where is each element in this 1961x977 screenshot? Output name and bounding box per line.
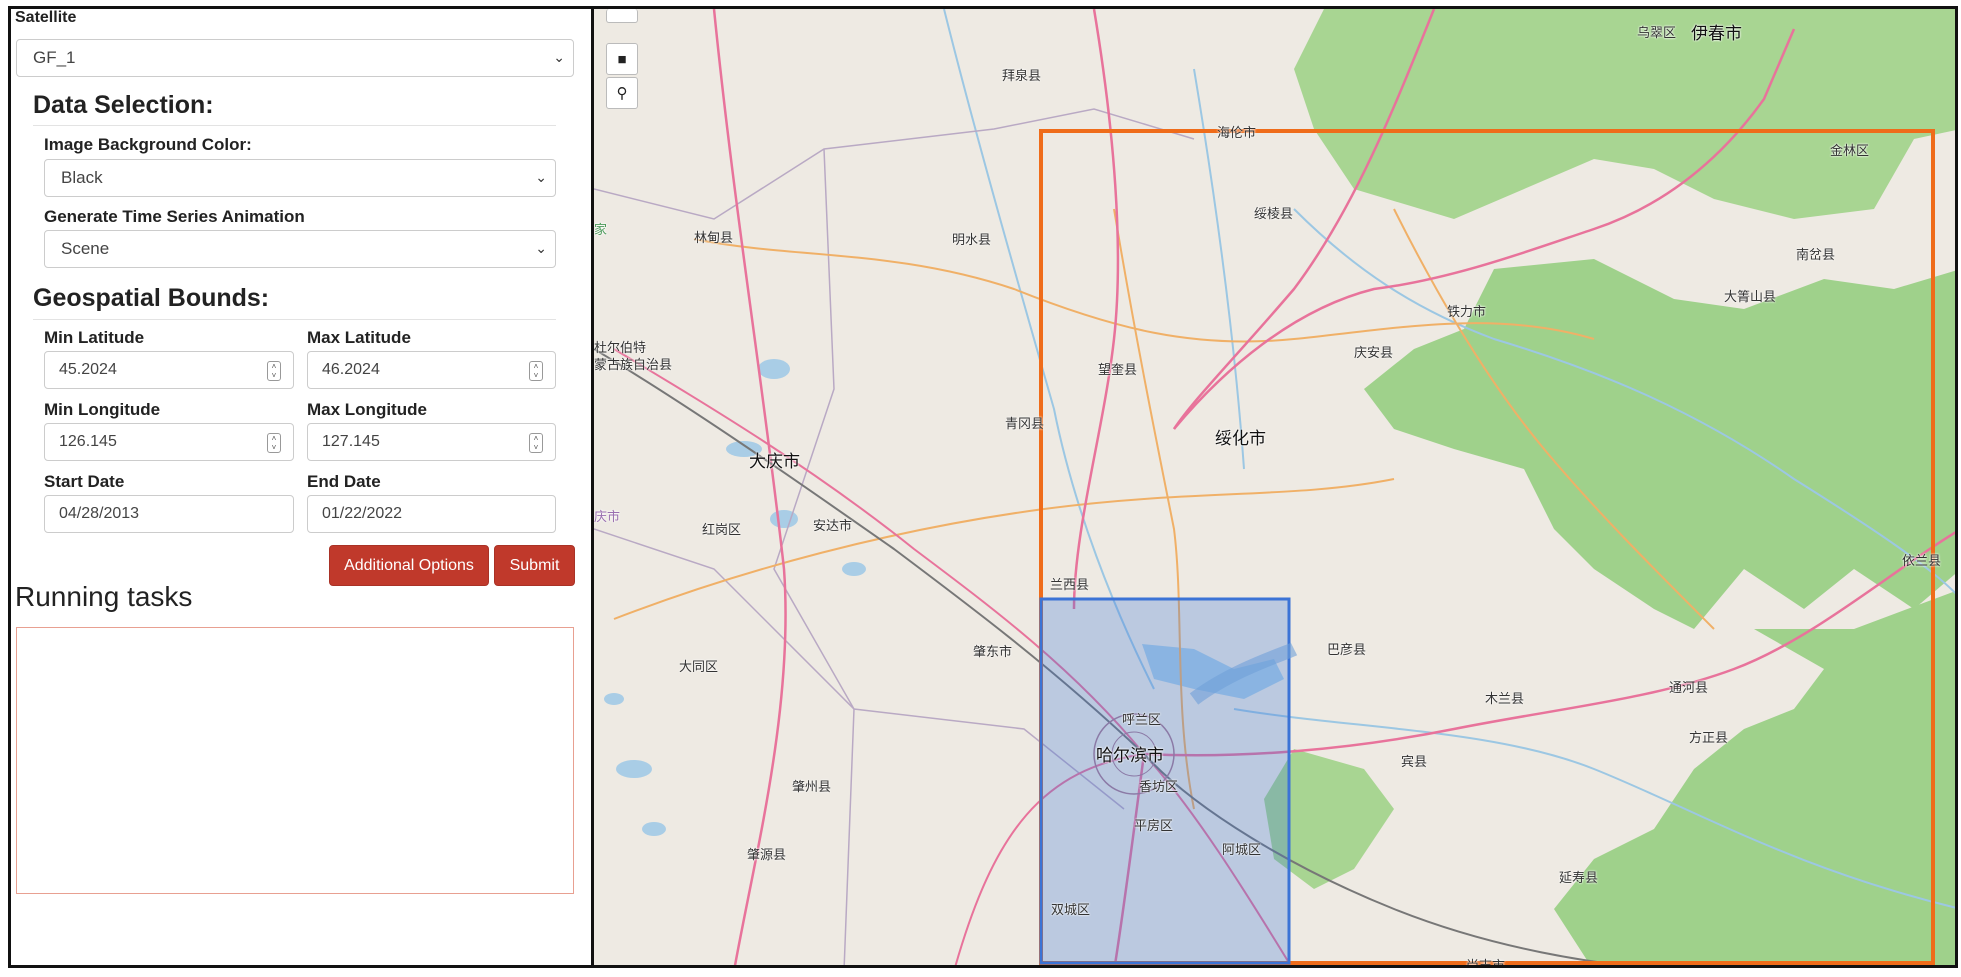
min-lon-label: Min Longitude bbox=[44, 400, 161, 419]
city-label: 木兰县 bbox=[1485, 691, 1525, 706]
city-label: 乌翠区 bbox=[1637, 25, 1677, 40]
max-lon-input[interactable]: 127.145 ˄ ˅ bbox=[307, 423, 556, 461]
city-label: 延寿县 bbox=[1559, 870, 1599, 885]
start-date-input[interactable]: 04/28/2013 bbox=[44, 495, 294, 533]
city-label: 铁力市 bbox=[1447, 304, 1487, 319]
city-label: 大同区 bbox=[679, 659, 719, 674]
animation-value: Scene bbox=[61, 239, 110, 258]
map-view[interactable]: ■ ⚲ 伊春市 乌翠区 拜泉县 海伦市 金林区 林甸县 明水县 绥棱县 南岔县 … bbox=[594, 9, 1955, 965]
city-label: 尚志市 bbox=[1466, 955, 1505, 965]
running-tasks-title: Running tasks bbox=[15, 581, 193, 612]
app-frame: Satellite GF_1 ⌄ Data Selection: Image B… bbox=[8, 6, 1958, 968]
map-base bbox=[594, 9, 1955, 965]
max-lon-label: Max Longitude bbox=[307, 400, 427, 419]
divider bbox=[33, 125, 556, 126]
animation-label: Generate Time Series Animation bbox=[44, 207, 305, 226]
zoom-control-icon[interactable] bbox=[606, 9, 638, 23]
city-label: 明水县 bbox=[952, 232, 992, 247]
min-lat-value: 45.2024 bbox=[59, 361, 117, 378]
chevron-down-icon: ⌄ bbox=[535, 240, 547, 256]
chevron-down-icon: ⌄ bbox=[553, 49, 565, 65]
min-lat-input[interactable]: 45.2024 ˄ ˅ bbox=[44, 351, 294, 389]
city-label: 双城区 bbox=[1051, 902, 1091, 917]
spinner-icon[interactable]: ˄ ˅ bbox=[529, 433, 543, 453]
spinner-icon[interactable]: ˄ ˅ bbox=[529, 361, 543, 381]
satellite-select-value: GF_1 bbox=[33, 48, 76, 67]
start-date-value: 04/28/2013 bbox=[59, 505, 140, 522]
square-draw-icon[interactable]: ■ bbox=[606, 43, 638, 75]
spinner-icon[interactable]: ˄ ˅ bbox=[267, 361, 281, 381]
bg-color-select[interactable]: Black ⌄ bbox=[44, 159, 556, 197]
city-label: 巴彦县 bbox=[1327, 642, 1367, 657]
satellite-select[interactable]: GF_1 ⌄ bbox=[16, 39, 574, 77]
chevron-down-icon: ⌄ bbox=[535, 169, 547, 185]
city-label: 蒙古族自治县 bbox=[594, 357, 673, 372]
city-label: 安达市 bbox=[813, 518, 853, 533]
min-lon-input[interactable]: 126.145 ˄ ˅ bbox=[44, 423, 294, 461]
geo-bounds-heading: Geospatial Bounds: bbox=[33, 284, 270, 312]
max-lon-value: 127.145 bbox=[322, 433, 380, 450]
city-label: 海伦市 bbox=[1217, 125, 1257, 140]
end-date-value: 01/22/2022 bbox=[322, 505, 403, 522]
city-label: 肇州县 bbox=[792, 779, 832, 794]
max-lat-label: Max Latitude bbox=[307, 328, 411, 347]
city-label: 金林区 bbox=[1830, 143, 1870, 158]
control-panel: Satellite GF_1 ⌄ Data Selection: Image B… bbox=[11, 9, 594, 965]
min-lon-value: 126.145 bbox=[59, 433, 117, 450]
running-tasks-list bbox=[16, 627, 574, 894]
city-label: 方正县 bbox=[1689, 730, 1729, 745]
bg-color-label: Image Background Color: bbox=[44, 135, 252, 154]
end-date-label: End Date bbox=[307, 472, 381, 491]
city-label: 林甸县 bbox=[694, 230, 734, 245]
bg-color-value: Black bbox=[61, 168, 103, 187]
city-label: 家 bbox=[594, 222, 608, 237]
city-label: 大箐山县 bbox=[1724, 289, 1777, 304]
city-label: 兰西县 bbox=[1050, 577, 1090, 592]
data-selection-heading: Data Selection: bbox=[33, 91, 214, 119]
animation-select[interactable]: Scene ⌄ bbox=[44, 230, 556, 268]
end-date-input[interactable]: 01/22/2022 bbox=[307, 495, 556, 533]
city-label: 依兰县 bbox=[1902, 553, 1942, 568]
city-label: 南岔县 bbox=[1796, 247, 1836, 262]
city-label: 香坊区 bbox=[1139, 779, 1179, 794]
start-date-label: Start Date bbox=[44, 472, 125, 491]
city-label: 望奎县 bbox=[1098, 362, 1138, 377]
city-label: 大庆市 bbox=[749, 452, 800, 471]
city-label: 通河县 bbox=[1669, 680, 1709, 695]
city-label: 平房区 bbox=[1134, 818, 1174, 833]
city-label: 宾县 bbox=[1401, 754, 1428, 769]
divider bbox=[33, 319, 556, 320]
city-label: 拜泉县 bbox=[1002, 68, 1042, 83]
additional-options-button[interactable]: Additional Options bbox=[329, 545, 489, 586]
city-label: 青冈县 bbox=[1005, 416, 1045, 431]
spinner-icon[interactable]: ˄ ˅ bbox=[267, 433, 281, 453]
submit-button[interactable]: Submit bbox=[494, 545, 575, 586]
city-label: 绥棱县 bbox=[1254, 206, 1294, 221]
satellite-label: Satellite bbox=[15, 9, 77, 26]
city-label: 肇源县 bbox=[747, 847, 787, 862]
max-lat-input[interactable]: 46.2024 ˄ ˅ bbox=[307, 351, 556, 389]
city-label: 肇东市 bbox=[973, 644, 1013, 659]
city-label: 哈尔滨市 bbox=[1096, 746, 1164, 765]
city-label: 庆安县 bbox=[1354, 345, 1394, 360]
city-label: 庆市 bbox=[594, 509, 621, 524]
city-label: 伊春市 bbox=[1691, 24, 1742, 43]
min-lat-label: Min Latitude bbox=[44, 328, 145, 347]
marker-icon[interactable]: ⚲ bbox=[606, 77, 638, 109]
city-label: 阿城区 bbox=[1222, 842, 1262, 857]
max-lat-value: 46.2024 bbox=[322, 361, 380, 378]
city-label: 红岗区 bbox=[702, 522, 742, 537]
city-label: 绥化市 bbox=[1215, 429, 1266, 448]
city-label: 呼兰区 bbox=[1122, 712, 1162, 727]
